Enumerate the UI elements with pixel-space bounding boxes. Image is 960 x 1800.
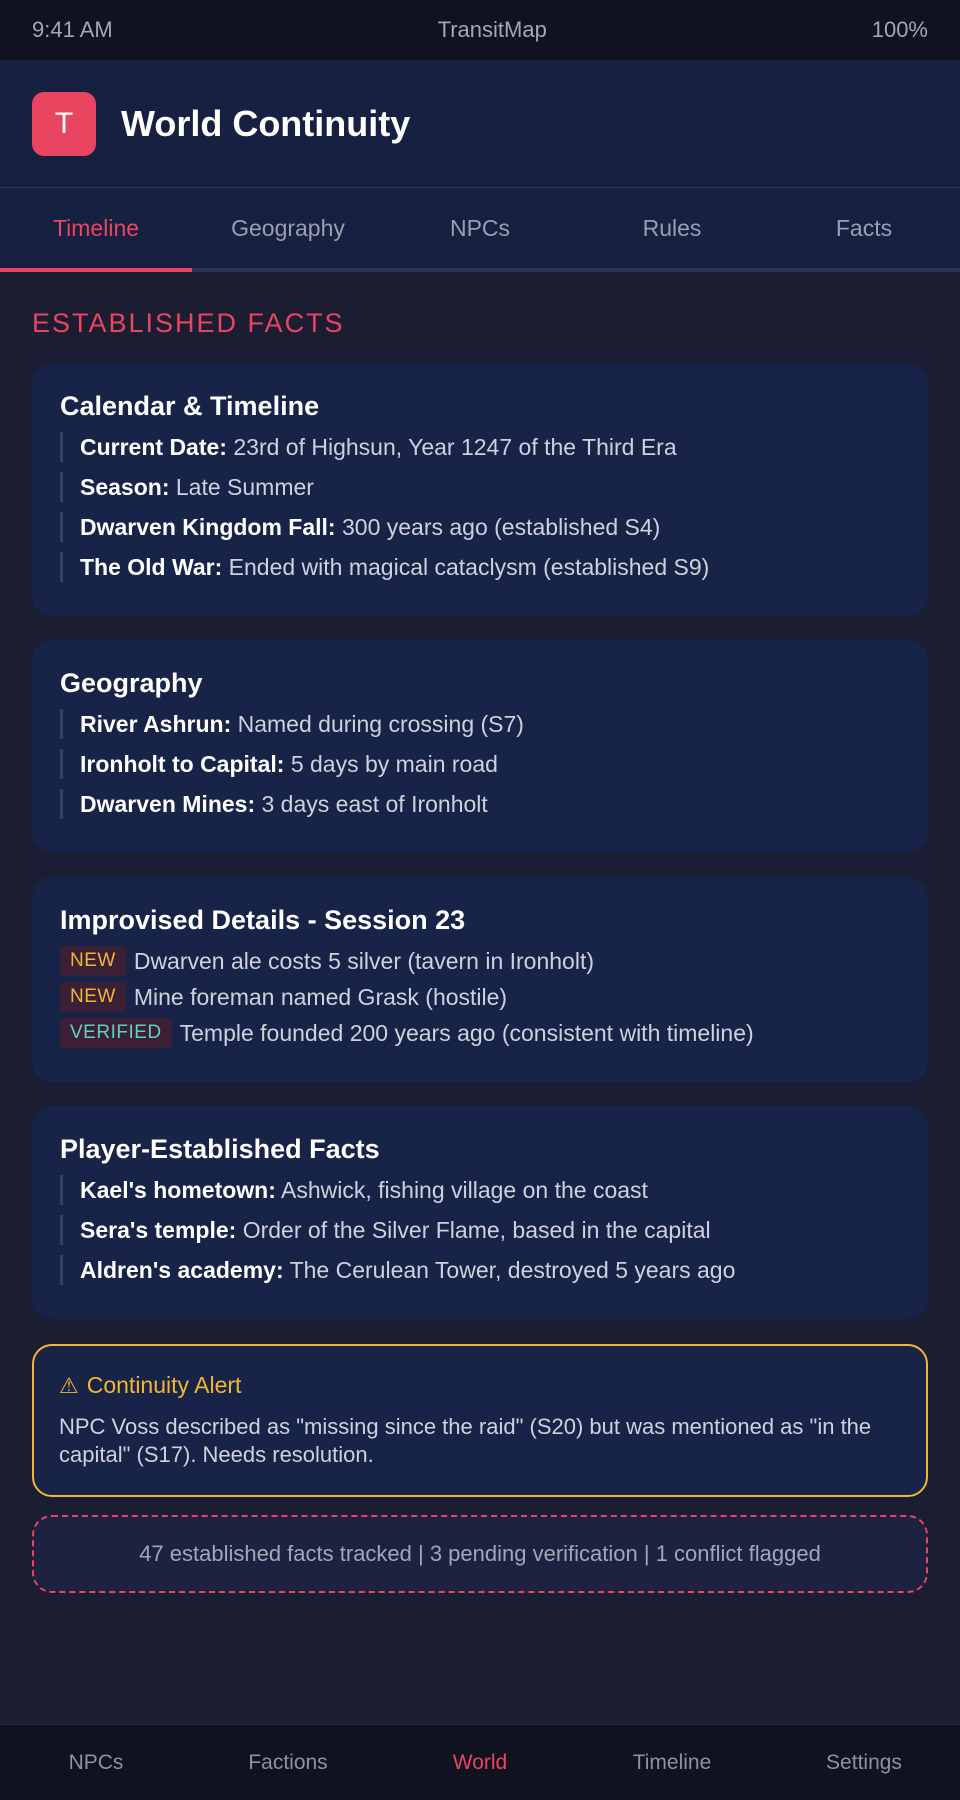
fact-value: 23rd of Highsun, Year 1247 of the Third … [233,434,677,460]
fact-label: Sera's temple: [80,1217,237,1243]
new-badge: NEW [60,982,126,1012]
nav-settings[interactable]: Settings [768,1725,960,1800]
improvised-item: NEW Dwarven ale costs 5 silver (tavern i… [60,946,900,976]
fact-value: 3 days east of Ironholt [261,791,488,817]
fact-label: Kael's hometown: [80,1177,276,1203]
fact-item: Ironholt to Capital: 5 days by main road [60,749,900,779]
tab-bar: Timeline Geography NPCs Rules Facts [0,188,960,272]
fact-label: Season: [80,474,170,500]
player-facts-card: Player-Established Facts Kael's hometown… [32,1106,928,1319]
fact-value: 5 days by main road [290,751,498,777]
fact-label: Dwarven Mines: [80,791,256,817]
fact-item: River Ashrun: Named during crossing (S7) [60,709,900,739]
status-bar: 9:41 AM TransitMap 100% [0,0,960,60]
improvised-text: Temple founded 200 years ago (consistent… [179,1019,754,1046]
fact-label: Ironholt to Capital: [80,751,285,777]
fact-value: Late Summer [175,474,314,500]
page-title: World Continuity [121,102,411,144]
fact-label: The Old War: [80,554,223,580]
fact-label: Current Date: [80,434,227,460]
status-app-name: TransitMap [437,17,547,42]
app-header: T World Continuity [0,60,960,188]
fact-label: Dwarven Kingdom Fall: [80,514,336,540]
improvised-text: Dwarven ale costs 5 silver (tavern in Ir… [133,947,595,974]
card-title: Improvised Details - Session 23 [60,905,466,935]
fact-value: Ashwick, fishing village on the coast [281,1177,648,1203]
verified-badge: VERIFIED [60,1018,172,1048]
continuity-alert[interactable]: ⚠ Continuity Alert NPC Voss described as… [32,1344,928,1497]
improvised-text: Mine foreman named Grask (hostile) [133,983,508,1010]
main-content: ESTABLISHED FACTS Calendar & Timeline Cu… [0,308,960,1593]
alert-header: ⚠ Continuity Alert [59,1372,901,1399]
nav-factions[interactable]: Factions [192,1725,384,1800]
nav-world[interactable]: World [384,1725,576,1800]
card-title: Geography [60,668,203,698]
nav-timeline[interactable]: Timeline [576,1725,768,1800]
improvised-card: Improvised Details - Session 23 NEW Dwar… [32,877,928,1082]
fact-item: Current Date: 23rd of Highsun, Year 1247… [60,432,900,462]
alert-body: NPC Voss described as "missing since the… [59,1414,872,1467]
fact-item: The Old War: Ended with magical cataclys… [60,552,900,582]
facts-summary: 47 established facts tracked | 3 pending… [32,1515,928,1593]
card-title: Calendar & Timeline [60,391,320,421]
geography-card: Geography River Ashrun: Named during cro… [32,640,928,853]
card-title: Player-Established Facts [60,1134,380,1164]
improvised-item: VERIFIED Temple founded 200 years ago (c… [60,1018,900,1048]
fact-label: River Ashrun: [80,711,232,737]
fact-item: Kael's hometown: Ashwick, fishing villag… [60,1175,900,1205]
new-badge: NEW [60,946,126,976]
fact-value: Order of the Silver Flame, based in the … [242,1217,711,1243]
fact-label: Aldren's academy: [80,1257,284,1283]
warning-icon: ⚠ [59,1372,79,1398]
app-logo: T [32,91,96,156]
improvised-item: NEW Mine foreman named Grask (hostile) [60,982,900,1012]
tab-timeline[interactable]: Timeline [0,188,192,272]
fact-item: Sera's temple: Order of the Silver Flame… [60,1215,900,1245]
status-battery: 100% [871,17,928,42]
tab-geography[interactable]: Geography [192,188,384,268]
fact-item: Season: Late Summer [60,472,900,502]
bottom-nav: NPCs Factions World Timeline Settings [0,1724,960,1800]
fact-item: Dwarven Mines: 3 days east of Ironholt [60,789,900,819]
fact-value: Ended with magical cataclysm (establishe… [228,554,710,580]
fact-value: The Cerulean Tower, destroyed 5 years ag… [289,1257,736,1283]
fact-value: Named during crossing (S7) [237,711,524,737]
tab-npcs[interactable]: NPCs [384,188,576,268]
section-title: ESTABLISHED FACTS [32,308,345,338]
fact-item: Aldren's academy: The Cerulean Tower, de… [60,1255,900,1285]
status-time: 9:41 AM [32,17,113,42]
fact-value: 300 years ago (established S4) [341,514,661,540]
tab-rules[interactable]: Rules [576,188,768,268]
fact-item: Dwarven Kingdom Fall: 300 years ago (est… [60,512,900,542]
calendar-card: Calendar & Timeline Current Date: 23rd o… [32,363,928,616]
tab-facts[interactable]: Facts [768,188,960,268]
nav-npcs[interactable]: NPCs [0,1725,192,1800]
alert-title: Continuity Alert [86,1372,242,1398]
